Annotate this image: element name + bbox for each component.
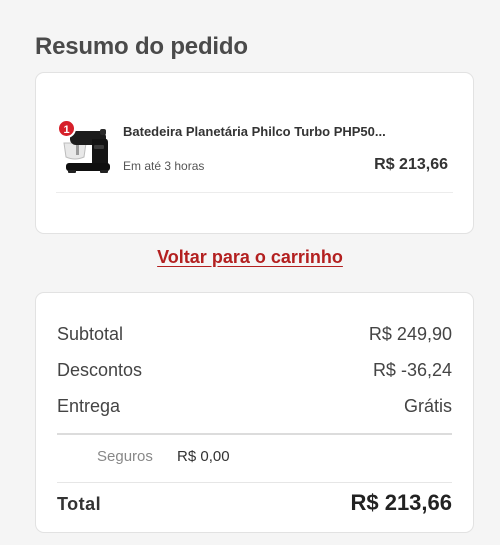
total-row: Total R$ 213,66 [57,490,452,520]
product-name[interactable]: Batedeira Planetária Philco Turbo PHP50.… [123,124,423,139]
total-divider [57,482,452,483]
totals-divider [57,433,452,435]
total-label: Total [57,494,102,514]
order-totals-card: Subtotal R$ 249,90 Descontos R$ -36,24 E… [35,292,474,533]
delivery-row: Entrega Grátis [57,396,452,420]
subtotal-row: Subtotal R$ 249,90 [57,324,452,348]
quantity-badge: 1 [57,119,76,138]
back-to-cart-container: Voltar para o carrinho [0,247,500,268]
insurance-value: R$ 0,00 [177,448,230,465]
delivery-estimate: Em até 3 horas [123,159,205,173]
back-to-cart-link[interactable]: Voltar para o carrinho [157,247,343,267]
discount-value: R$ -36,24 [372,360,452,380]
product-price: R$ 213,66 [374,156,448,173]
subtotal-value: R$ 249,90 [368,324,452,344]
order-items-card: 1 Batedeira Planetária Philco Turbo PHP5… [35,72,474,234]
delivery-label: Entrega [57,396,121,416]
total-value: R$ 213,66 [350,490,452,515]
subtotal-label: Subtotal [57,324,124,344]
page-title: Resumo do pedido [35,33,248,60]
divider [56,192,453,193]
delivery-value: Grátis [403,396,452,416]
discount-label: Descontos [57,360,143,380]
insurance-label: Seguros [97,448,153,465]
insurance-row: Seguros R$ 0,00 [97,448,230,465]
discount-row: Descontos R$ -36,24 [57,360,452,384]
